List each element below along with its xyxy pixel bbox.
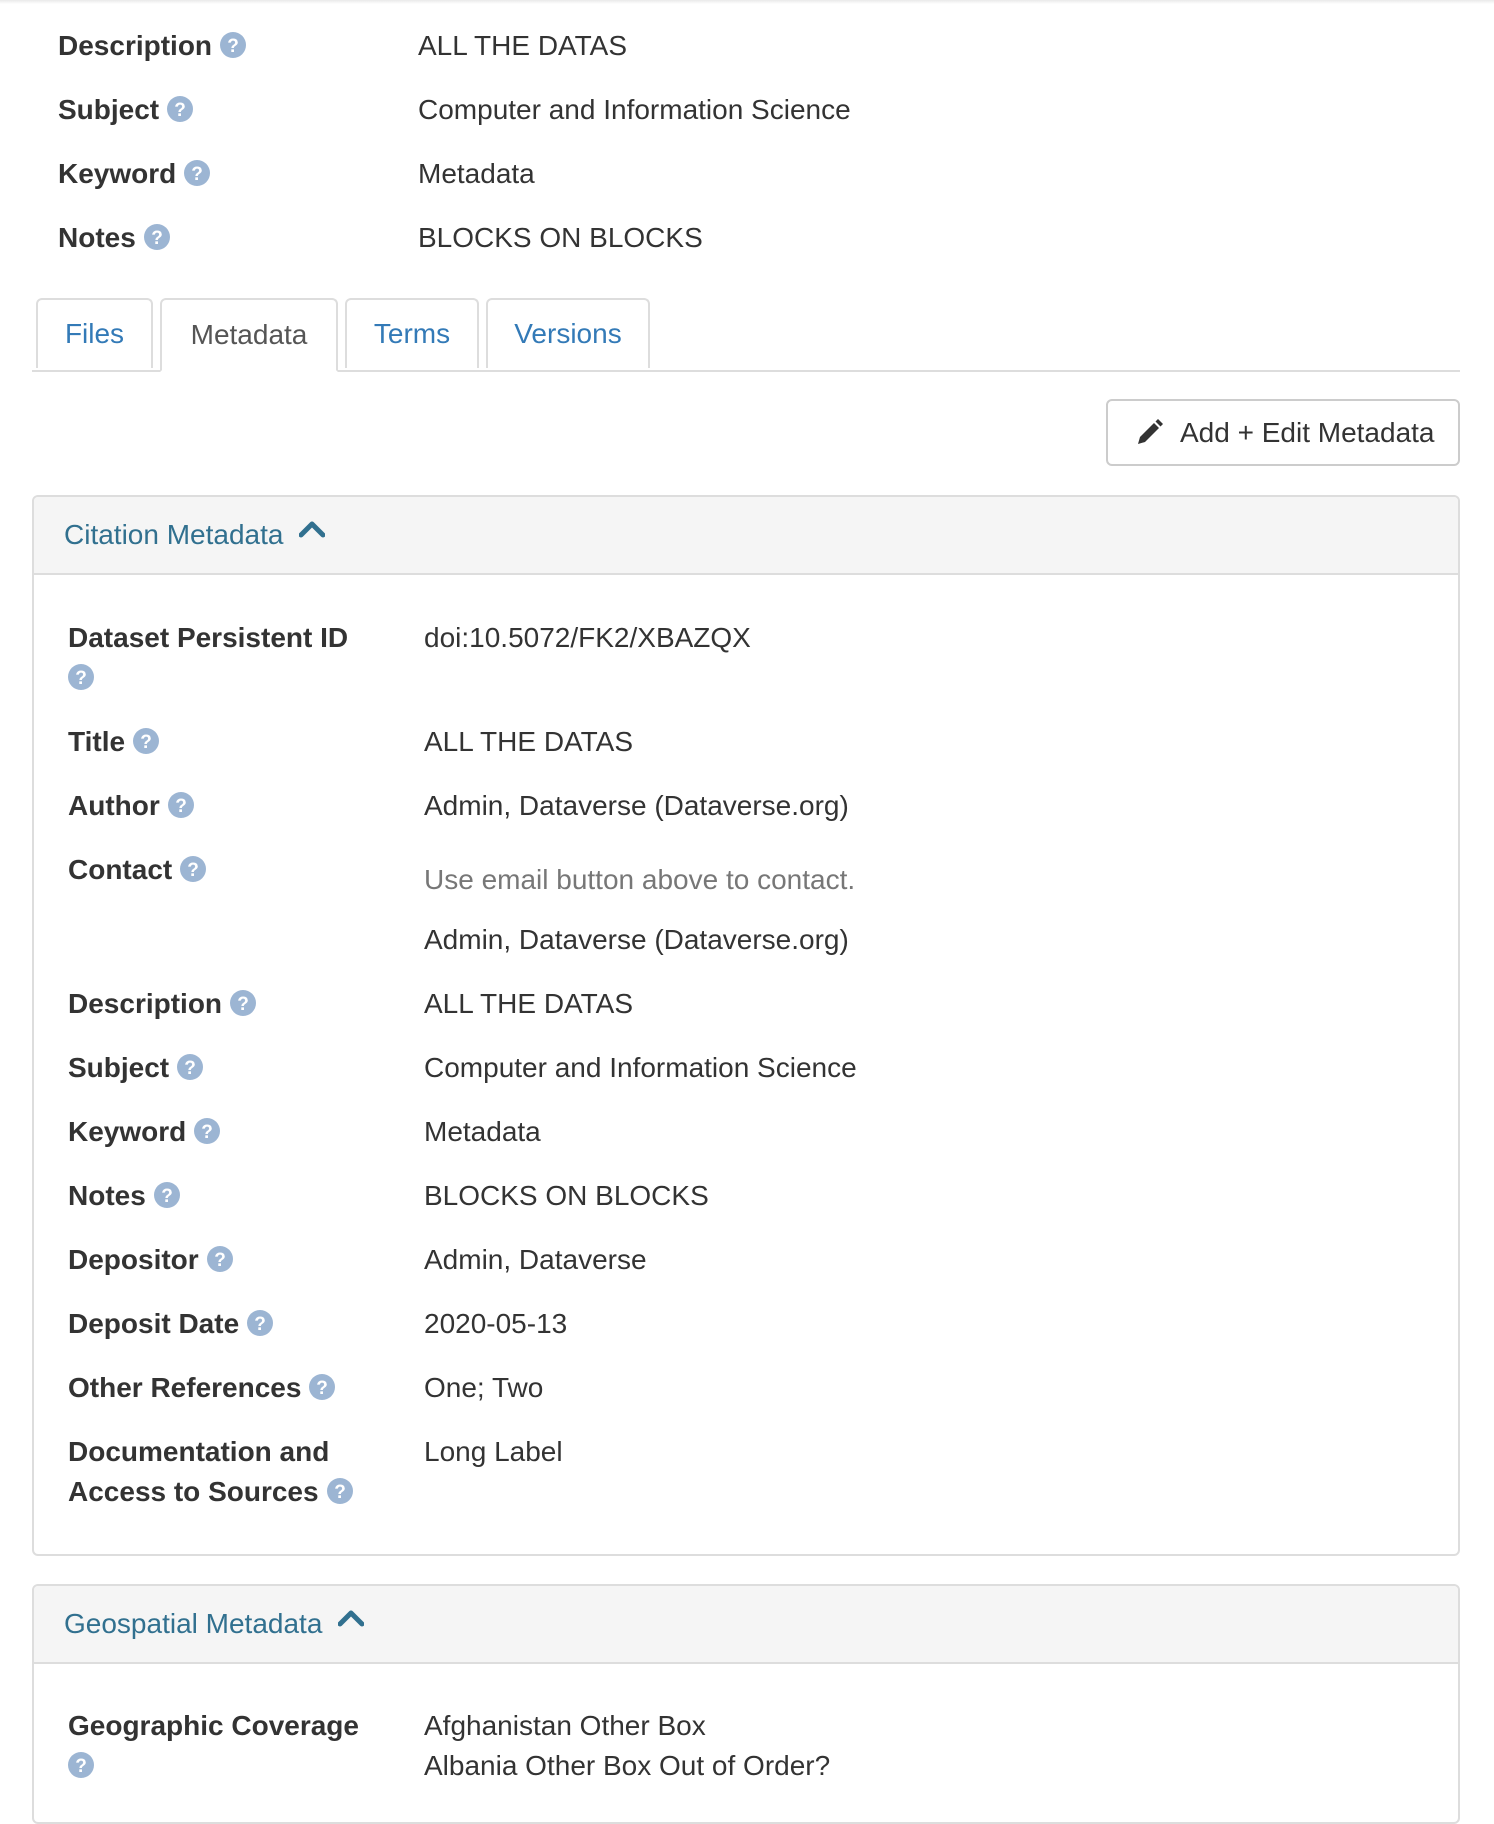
summary-label: Subject	[58, 94, 160, 125]
row-value: BLOCKS ON BLOCKS	[424, 1180, 709, 1211]
svg-text:?: ?	[317, 1378, 329, 1399]
svg-text:?: ?	[237, 994, 249, 1015]
row-label: Dataset Persistent ID	[68, 622, 349, 653]
help-icon[interactable]: ?	[230, 989, 257, 1016]
help-icon[interactable]: ?	[153, 1181, 180, 1208]
row-label: Subject	[68, 1052, 170, 1083]
row-label: Notes	[68, 1180, 146, 1211]
svg-text:?: ?	[140, 732, 152, 753]
row-label: Access to Sources	[68, 1476, 319, 1507]
help-icon[interactable]: ?	[180, 855, 207, 882]
svg-text:?: ?	[175, 796, 187, 817]
help-icon[interactable]: ?	[309, 1373, 336, 1400]
row-value: Admin, Dataverse (Dataverse.org)	[424, 924, 849, 955]
summary-label: Keyword	[58, 158, 177, 189]
row-value: ALL THE DATAS	[424, 726, 634, 757]
svg-text:?: ?	[75, 668, 87, 689]
summary-value: Metadata	[418, 158, 535, 189]
help-icon[interactable]: ?	[194, 1117, 221, 1144]
coverage-value-1: Afghanistan Other Box	[424, 1710, 706, 1741]
help-icon[interactable]: ?	[177, 1053, 204, 1080]
row-value: Long Label	[424, 1436, 563, 1467]
svg-text:?: ?	[227, 36, 239, 57]
top-shadow	[0, 0, 1494, 4]
row-label: Deposit Date	[68, 1308, 240, 1339]
row-value: Metadata	[424, 1116, 541, 1147]
chevron-up-icon[interactable]	[298, 520, 326, 543]
row-label: Geographic Coverage	[68, 1710, 359, 1741]
tab-terms[interactable]: Terms	[345, 298, 479, 368]
svg-text:?: ?	[214, 1250, 226, 1271]
svg-text:?: ?	[254, 1314, 266, 1335]
contact-note: Use email button above to contact.	[424, 864, 856, 895]
coverage-value-2: Albania Other Box Out of Order?	[424, 1750, 831, 1781]
tab-files[interactable]: Files	[36, 298, 153, 368]
row-value: doi:10.5072/FK2/XBAZQX	[424, 622, 751, 653]
svg-text:?: ?	[161, 1186, 173, 1207]
add-edit-metadata-label: Add + Edit Metadata	[1180, 416, 1435, 448]
help-icon[interactable]: ?	[143, 223, 170, 250]
geospatial-metadata-panel: Geospatial Metadata Geographic Coverage?…	[32, 1584, 1460, 1824]
geospatial-metadata-header[interactable]: Geospatial Metadata	[34, 1586, 1458, 1664]
svg-text:?: ?	[334, 1482, 346, 1503]
help-icon[interactable]: ?	[247, 1309, 274, 1336]
help-icon[interactable]: ?	[133, 727, 160, 754]
svg-text:?: ?	[187, 860, 199, 881]
pencil-icon	[1134, 418, 1164, 448]
svg-text:?: ?	[201, 1122, 213, 1143]
citation-metadata-title[interactable]: Citation Metadata	[64, 519, 283, 551]
row-value: ALL THE DATAS	[424, 988, 634, 1019]
row-value: Admin, Dataverse	[424, 1244, 647, 1275]
tab-metadata[interactable]: Metadata	[160, 298, 338, 372]
summary-value: BLOCKS ON BLOCKS	[418, 222, 703, 253]
summary-value: Computer and Information Science	[418, 94, 851, 125]
help-icon[interactable]: ?	[68, 1751, 94, 1778]
row-value: Computer and Information Science	[424, 1052, 857, 1083]
help-icon[interactable]: ?	[206, 1245, 233, 1272]
row-label: Other References	[68, 1372, 302, 1403]
row-label: Contact	[68, 854, 173, 885]
row-label: Depositor	[68, 1244, 199, 1275]
row-label: Description	[68, 988, 223, 1019]
help-icon[interactable]: ?	[167, 791, 194, 818]
row-label: Documentation and	[68, 1436, 330, 1467]
row-label: Keyword	[68, 1116, 187, 1147]
dataset-tabs: Files Metadata Terms Versions	[32, 298, 1460, 372]
row-value: Admin, Dataverse (Dataverse.org)	[424, 790, 849, 821]
summary-value: ALL THE DATAS	[418, 30, 628, 61]
svg-text:?: ?	[191, 164, 203, 185]
citation-metadata-panel: Citation Metadata Dataset Persistent ID?…	[32, 495, 1460, 1556]
row-label: Author	[68, 790, 160, 821]
help-icon[interactable]: ?	[326, 1477, 353, 1504]
row-value: One; Two	[424, 1372, 544, 1403]
help-icon[interactable]: ?	[167, 95, 194, 122]
help-icon[interactable]: ?	[68, 663, 94, 690]
help-icon[interactable]: ?	[220, 31, 247, 58]
summary-label: Notes	[58, 222, 136, 253]
row-label: Title	[68, 726, 126, 757]
chevron-up-icon[interactable]	[337, 1609, 365, 1632]
citation-metadata-header[interactable]: Citation Metadata	[34, 497, 1458, 575]
tab-versions[interactable]: Versions	[486, 298, 650, 368]
svg-text:?: ?	[184, 1058, 196, 1079]
add-edit-metadata-button[interactable]: Add + Edit Metadata	[1106, 399, 1460, 466]
svg-text:?: ?	[174, 100, 186, 121]
row-value: 2020-05-13	[424, 1308, 568, 1339]
geospatial-metadata-title[interactable]: Geospatial Metadata	[64, 1608, 322, 1640]
summary-label: Description	[58, 30, 213, 61]
svg-text:?: ?	[151, 228, 163, 249]
svg-text:?: ?	[75, 1756, 87, 1777]
help-icon[interactable]: ?	[184, 159, 211, 186]
